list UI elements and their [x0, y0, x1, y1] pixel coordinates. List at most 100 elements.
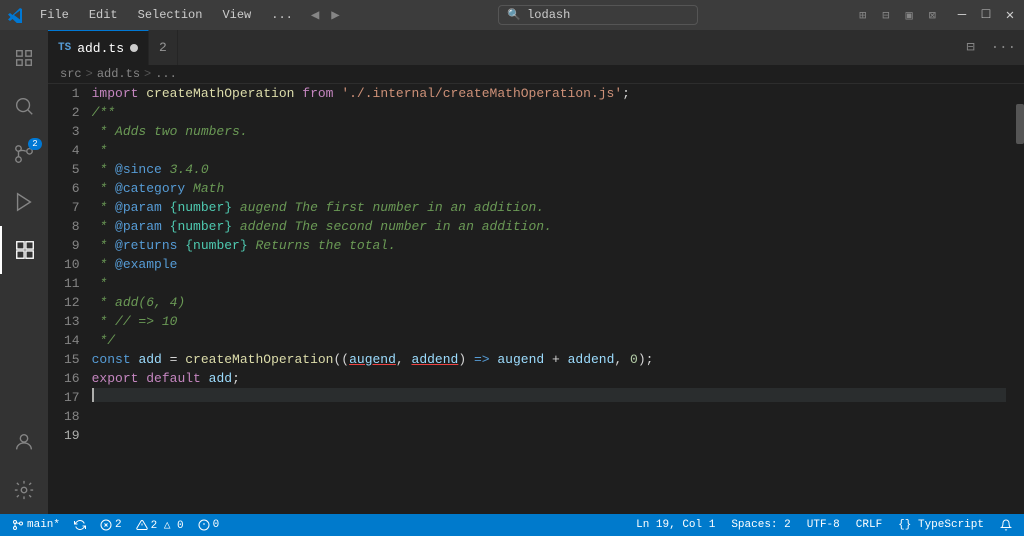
- activity-item-run[interactable]: [0, 178, 48, 226]
- token-var-name: add: [138, 350, 161, 369]
- token-var-name: add: [209, 369, 232, 388]
- token-comment: augend The first number in an addition.: [232, 198, 544, 217]
- menu-file[interactable]: File: [32, 6, 77, 24]
- token-comment: * add(6, 4): [92, 293, 186, 312]
- token-comment: Math: [185, 179, 224, 198]
- back-button[interactable]: ◀: [309, 7, 321, 24]
- status-notifications[interactable]: [996, 519, 1016, 531]
- token-fn-name: createMathOperation: [185, 350, 333, 369]
- menu-edit[interactable]: Edit: [81, 6, 126, 24]
- token-comment: *: [92, 198, 115, 217]
- line-number: 10: [64, 255, 80, 274]
- token-comment: *: [92, 236, 115, 255]
- status-cursor[interactable]: Ln 19, Col 1: [632, 519, 719, 531]
- status-language[interactable]: {} TypeScript: [894, 519, 988, 531]
- breadcrumb-src[interactable]: src: [60, 67, 82, 81]
- split-editor-button[interactable]: ⊟: [958, 39, 982, 56]
- code-line: /**: [92, 103, 1006, 122]
- layout-btn-2[interactable]: ⊟: [878, 6, 893, 25]
- status-errors[interactable]: 2: [96, 519, 126, 531]
- code-line: *: [92, 141, 1006, 160]
- minimize-button[interactable]: —: [956, 9, 968, 21]
- token-jsdoc-type: {number}: [170, 198, 232, 217]
- tab-filename: add.ts: [77, 41, 124, 56]
- tab-2[interactable]: 2: [149, 30, 178, 65]
- layout-btn-1[interactable]: ⊞: [855, 6, 870, 25]
- token-comment: [162, 198, 170, 217]
- title-bar: File Edit Selection View ... ◀ ▶ 🔍 lodas…: [0, 0, 1024, 30]
- token-comment: *: [92, 141, 108, 160]
- token-comment: *: [92, 160, 115, 179]
- activity-item-git[interactable]: 2: [0, 130, 48, 178]
- line-number: 16: [64, 369, 80, 388]
- code-line: */: [92, 331, 1006, 350]
- status-warnings[interactable]: 2 △ 0: [132, 518, 188, 532]
- close-button[interactable]: ✕: [1004, 9, 1016, 21]
- status-spaces[interactable]: Spaces: 2: [727, 519, 794, 531]
- scrollbar[interactable]: [1014, 84, 1024, 514]
- token-comment: /**: [92, 103, 115, 122]
- line-number: 12: [64, 293, 80, 312]
- search-bar: 🔍 lodash: [350, 5, 847, 25]
- encoding-label: UTF-8: [807, 519, 840, 531]
- status-line-ending[interactable]: CRLF: [852, 519, 886, 531]
- line-number: 7: [64, 198, 80, 217]
- activity-bar: 2: [0, 30, 48, 514]
- code-line: * // => 10: [92, 312, 1006, 331]
- layout-btn-4[interactable]: ⊠: [925, 6, 940, 25]
- status-sync[interactable]: [70, 519, 90, 531]
- token-kw-default: default: [146, 369, 201, 388]
- activity-item-search[interactable]: [0, 82, 48, 130]
- tab-add-ts[interactable]: TS add.ts: [48, 30, 149, 65]
- search-box[interactable]: 🔍 lodash: [498, 5, 698, 25]
- token-plain: ,: [614, 350, 630, 369]
- activity-item-settings[interactable]: [0, 466, 48, 514]
- token-plain: ((: [333, 350, 349, 369]
- line-number: 2: [64, 103, 80, 122]
- token-comment: *: [92, 255, 115, 274]
- token-jsdoc-tag: @category: [115, 179, 185, 198]
- ts-badge: TS: [58, 42, 71, 54]
- status-bar: main* 2 2 △ 0 0: [0, 514, 1024, 536]
- maximize-button[interactable]: □: [980, 9, 992, 21]
- tab-more-button[interactable]: ···: [983, 40, 1024, 56]
- token-plain: [490, 350, 498, 369]
- token-jsdoc-tag: @example: [115, 255, 177, 274]
- status-encoding[interactable]: UTF-8: [803, 519, 844, 531]
- menu-bar: File Edit Selection View ...: [32, 6, 301, 24]
- token-plain: [466, 350, 474, 369]
- token-comment: Returns the total.: [248, 236, 396, 255]
- code-area[interactable]: import createMathOperation from './.inte…: [92, 84, 1014, 514]
- breadcrumb-more[interactable]: ...: [155, 67, 177, 81]
- token-plain: );: [638, 350, 654, 369]
- token-var-name: addend: [568, 350, 615, 369]
- line-ending-label: CRLF: [856, 519, 882, 531]
- line-numbers: 12345678910111213141516171819: [48, 84, 92, 514]
- code-line: * add(6, 4): [92, 293, 1006, 312]
- menu-view[interactable]: View: [214, 6, 259, 24]
- menu-more[interactable]: ...: [263, 6, 301, 24]
- token-comment: 3.4.0: [162, 160, 209, 179]
- token-comment: */: [92, 331, 115, 350]
- token-plain: [131, 350, 139, 369]
- breadcrumb-file[interactable]: add.ts: [97, 67, 140, 81]
- spaces-label: Spaces: 2: [731, 519, 790, 531]
- menu-selection[interactable]: Selection: [130, 6, 211, 24]
- search-text: lodash: [527, 8, 570, 22]
- activity-item-extensions[interactable]: [0, 226, 48, 274]
- activity-item-account[interactable]: [0, 418, 48, 466]
- token-jsdoc-type: {number}: [185, 236, 247, 255]
- status-left: main* 2 2 △ 0 0: [8, 518, 223, 532]
- status-right: Ln 19, Col 1 Spaces: 2 UTF-8 CRLF {} Typ…: [632, 519, 1016, 531]
- status-info[interactable]: 0: [194, 519, 224, 531]
- layout-btn-3[interactable]: ▣: [902, 6, 917, 25]
- breadcrumb-sep-2: >: [144, 67, 151, 81]
- forward-button[interactable]: ▶: [329, 7, 341, 24]
- layout-controls: ⊞ ⊟ ▣ ⊠: [855, 6, 940, 25]
- token-plain: ,: [396, 350, 412, 369]
- tab-2-name: 2: [159, 40, 167, 55]
- activity-item-explorer[interactable]: [0, 34, 48, 82]
- status-branch[interactable]: main*: [8, 519, 64, 531]
- token-plain: =: [162, 350, 185, 369]
- line-number: 11: [64, 274, 80, 293]
